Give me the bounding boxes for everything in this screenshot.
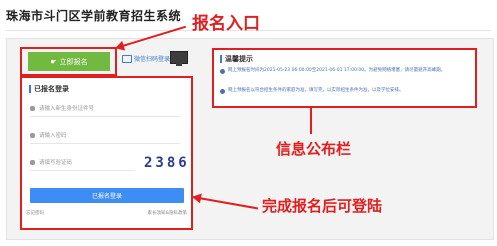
notice-item: 网上预报名以符合招生条件的家庭为准，填写完，以实际招生条件为准，以及学位安排。 — [220, 88, 468, 94]
captcha-image[interactable]: 2386 — [144, 155, 190, 171]
password-field[interactable]: 请输入密码 — [30, 127, 180, 144]
hand-pointer-icon: ☛ — [50, 57, 57, 66]
id-number-placeholder: 请输入新生身份证件号 — [39, 106, 95, 112]
annotation-notice-board: 信息公布栏 — [276, 140, 352, 158]
register-button[interactable]: ☛ 立即报名 — [28, 52, 110, 71]
section-bar — [29, 85, 31, 93]
wechat-login-link[interactable]: 微信扫码登录 — [122, 54, 170, 63]
login-panel: 已报名登录 请输入新生身份证件号 请输入密码 请填写验证码 2386 已报名登录… — [20, 76, 193, 230]
notice-title-text: 温馨提示 — [225, 55, 253, 63]
password-placeholder: 请输入密码 — [39, 133, 67, 139]
register-highlight-box: ☛ 立即报名 — [20, 47, 117, 76]
user-icon — [30, 105, 35, 111]
wechat-scan-icon — [122, 54, 132, 63]
shield-icon — [30, 159, 35, 165]
annotation-login-after: 完成报名后可登陆 — [262, 197, 383, 215]
register-button-label: 立即报名 — [59, 57, 88, 66]
section-bar — [220, 55, 222, 63]
login-button[interactable]: 已报名登录 — [30, 188, 184, 203]
captcha-placeholder: 请填写验证码 — [39, 160, 73, 166]
location-pin-icon — [220, 69, 225, 74]
page-title: 珠海市斗门区学前教育招生系统 — [6, 9, 182, 23]
forgot-password-link[interactable]: 忘记密码 — [26, 210, 44, 216]
login-section-title: 已报名登录 — [29, 84, 69, 94]
wechat-login-label: 微信扫码登录 — [134, 56, 171, 63]
notice-item-text: 网上预报名时间为2021-05-23 06:00:00至2021-06-01 1… — [228, 68, 446, 73]
monitor-icon — [170, 51, 188, 66]
login-section-title-text: 已报名登录 — [34, 85, 69, 93]
lock-icon — [30, 132, 35, 138]
notice-item: 网上预报名时间为2021-05-23 06:00:00至2021-06-01 1… — [220, 68, 468, 74]
notice-title: 温馨提示 — [220, 54, 253, 64]
notice-connector-line — [310, 108, 312, 134]
annotation-register-entry: 报名入口 — [192, 14, 260, 34]
location-pin-icon — [220, 89, 225, 94]
captcha-field[interactable]: 请填写验证码 — [30, 154, 135, 171]
notice-board: 温馨提示 网上预报名时间为2021-05-23 06:00:00至2021-06… — [212, 48, 477, 108]
policy-link[interactable]: 家长须知&隐私政策 — [147, 210, 187, 216]
notice-item-text: 网上预报名以符合招生条件的家庭为准，填写完，以实际招生条件为准，以及学位安排。 — [228, 88, 404, 93]
id-number-field[interactable]: 请输入新生身份证件号 — [30, 100, 180, 117]
